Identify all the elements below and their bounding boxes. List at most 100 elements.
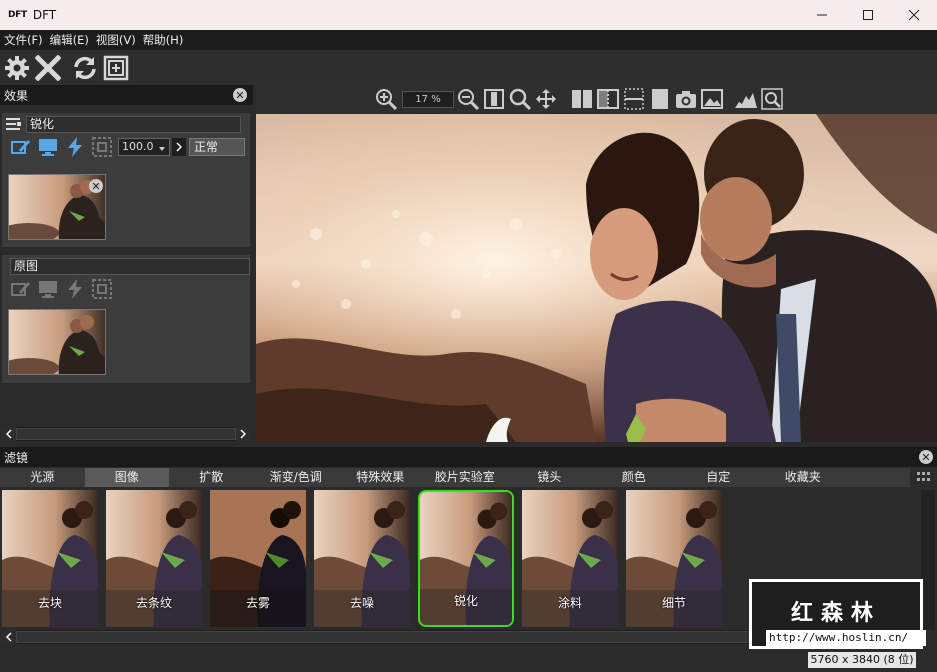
apply-button[interactable] [64, 136, 86, 158]
image-size-status: 5760 x 3840 (8 位) [808, 652, 916, 668]
zoom-in-button[interactable] [374, 87, 398, 111]
zoom-level[interactable]: 17 % [402, 90, 454, 108]
viewer-toolbar: 17 % [256, 85, 937, 113]
original-title-row: 原图 [2, 255, 250, 277]
scroll-left-button[interactable] [2, 427, 16, 441]
filters-panel-title: 滤镜 [4, 450, 29, 465]
close-effects-panel-button[interactable]: ✕ [233, 88, 247, 102]
watermark-url: http://www.hoslin.cn/ [766, 630, 926, 646]
zoom-out-button[interactable] [456, 87, 480, 111]
magnifier-icon [509, 88, 531, 110]
tab-film-lab[interactable]: 胶片实验室 [423, 468, 508, 487]
chevron-down-icon [159, 147, 165, 151]
fit-screen-button[interactable] [102, 54, 130, 82]
image-view-button[interactable] [700, 87, 724, 111]
loupe-button[interactable] [760, 87, 784, 111]
snapshot-button[interactable] [674, 87, 698, 111]
maximize-icon [863, 10, 873, 20]
menu-help[interactable]: 帮助(H) [143, 32, 184, 48]
filters-vscrollbar[interactable] [921, 490, 935, 630]
tab-diffusion[interactable]: 扩散 [169, 468, 254, 487]
close-window-button[interactable] [891, 0, 937, 30]
layer-list-icon[interactable] [6, 117, 22, 131]
filter-label: 去噪 [349, 596, 374, 610]
filter-item-detail[interactable]: 细节 [626, 490, 722, 627]
filter-item-sharpen[interactable]: 锐化 [418, 490, 514, 627]
edit-mask-icon [11, 140, 30, 154]
scroll-right-button[interactable] [236, 427, 250, 441]
minimize-button[interactable] [799, 0, 845, 30]
effect-block-original: 原图 [2, 255, 250, 383]
preview-button[interactable] [37, 136, 59, 158]
original-preview-button [37, 278, 59, 300]
tab-light[interactable]: 光源 [0, 468, 85, 487]
filters-hscrollbar[interactable] [2, 630, 762, 644]
single-view-button[interactable] [648, 87, 672, 111]
settings-button[interactable] [3, 54, 31, 82]
gear-icon [5, 55, 29, 80]
split-horizontal-button[interactable] [622, 87, 646, 111]
original-edit-button [10, 278, 32, 300]
edit-mask-button[interactable] [10, 136, 32, 158]
menu-edit[interactable]: 编辑(E) [50, 32, 89, 48]
tab-custom[interactable]: 自定 [676, 468, 761, 487]
scroll-track[interactable] [16, 631, 762, 643]
close-filters-panel-button[interactable]: ✕ [919, 450, 933, 464]
split-vertical-icon [572, 90, 592, 108]
grid-view-icon[interactable] [917, 472, 931, 484]
tab-favorites[interactable]: 收藏夹 [761, 468, 846, 487]
effects-panel-header: 效果 ✕ [0, 85, 253, 105]
maximize-button[interactable] [845, 0, 891, 30]
magnify-button[interactable] [508, 87, 532, 111]
effects-hscrollbar[interactable] [2, 427, 250, 441]
filter-item-destripe[interactable]: 去条纹 [106, 490, 202, 627]
filter-item-dehaze[interactable]: 去雾 [210, 490, 306, 627]
split-view-button[interactable] [570, 87, 594, 111]
filter-label: 细节 [661, 596, 686, 610]
histogram-button[interactable] [734, 87, 758, 111]
strength-value: 100.0 [122, 140, 154, 153]
original-label: 原图 [10, 257, 250, 275]
pan-button[interactable] [534, 87, 558, 111]
minimize-icon [817, 14, 827, 16]
tab-image[interactable]: 图像 [84, 468, 169, 487]
cancel-button[interactable] [34, 54, 62, 82]
fit-height-button[interactable] [482, 87, 506, 111]
chevron-right-icon [176, 142, 182, 152]
app-window: DFT DFT 文件(F) 编辑(E) 视图(V) 帮助(H) 效果 ✕ 锐化 … [0, 0, 937, 672]
original-thumbnail-image [9, 310, 105, 374]
original-region-button [91, 278, 113, 300]
lightning-icon [68, 137, 82, 157]
tab-gradient-tone[interactable]: 渐变/色调 [254, 468, 339, 487]
original-thumbnail[interactable] [8, 309, 106, 375]
monitor-icon [39, 281, 57, 298]
menu-file[interactable]: 文件(F) [4, 32, 43, 48]
filters-panel-header: 滤镜 ✕ [0, 447, 937, 467]
scroll-left-button[interactable] [2, 630, 16, 644]
tab-color[interactable]: 颜色 [592, 468, 677, 487]
preview-photo [256, 114, 937, 442]
image-preview[interactable] [256, 114, 937, 442]
blend-mode-select[interactable]: 正常 [189, 138, 245, 156]
refresh-button[interactable] [71, 54, 99, 82]
chevron-left-icon [6, 632, 12, 642]
remove-effect-button[interactable]: ✕ [89, 179, 103, 193]
strength-stepper[interactable] [172, 138, 186, 156]
region-button[interactable] [91, 136, 113, 158]
title-bar: DFT DFT [0, 0, 937, 30]
close-icon [908, 9, 920, 21]
scroll-track[interactable] [16, 428, 236, 440]
split-compare-button[interactable] [596, 87, 620, 111]
filter-item-paint[interactable]: 涂料 [522, 490, 618, 627]
filter-item-denoise[interactable]: 去噪 [314, 490, 410, 627]
original-controls [2, 277, 250, 301]
menu-view[interactable]: 视图(V) [96, 32, 136, 48]
app-logo: DFT [8, 10, 27, 20]
tab-lens[interactable]: 镜头 [507, 468, 592, 487]
loupe-icon [761, 88, 783, 110]
filter-item-deblock[interactable]: 去块 [2, 490, 98, 627]
tab-special-effects[interactable]: 特殊效果 [338, 468, 423, 487]
chevron-right-icon [240, 429, 246, 439]
strength-input[interactable]: 100.0 [118, 138, 170, 156]
effect-name: 锐化 [26, 115, 241, 133]
